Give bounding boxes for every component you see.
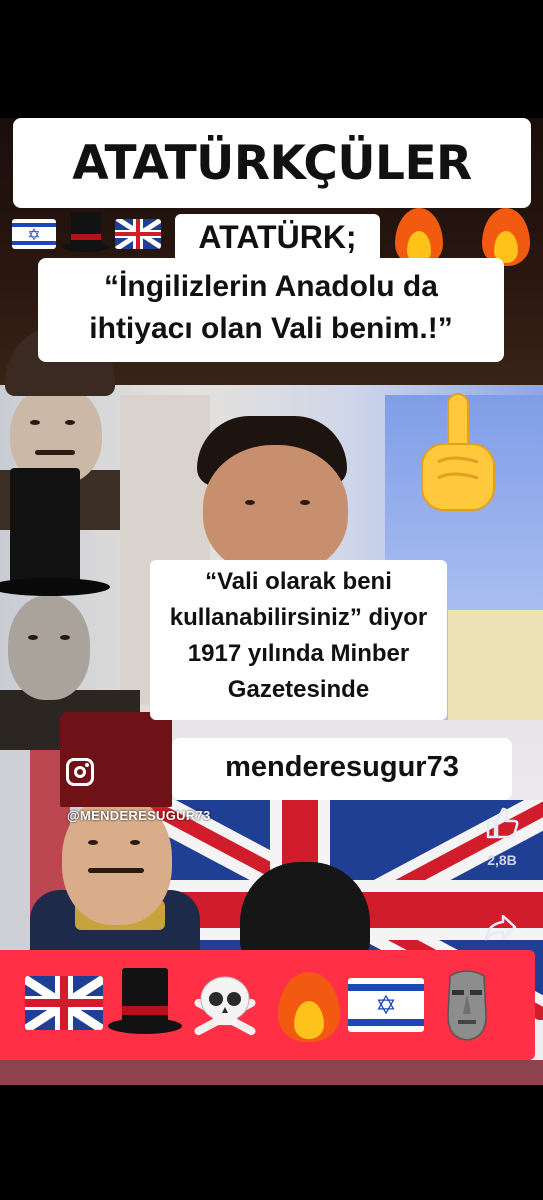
fire-icon <box>278 972 340 1042</box>
title-banner: ATATÜRKÇÜLER <box>13 118 531 208</box>
video-frame: ATATÜRKÇÜLER ✡ ATATÜRK; “İngilizlerin An… <box>0 0 543 1200</box>
background-strip <box>0 1060 543 1085</box>
thumbs-up-icon[interactable] <box>484 805 520 841</box>
instagram-icon[interactable] <box>66 758 94 786</box>
moai-icon <box>447 970 487 1041</box>
studio-panel <box>448 610 543 720</box>
pointing-up-hand-icon <box>421 393 495 511</box>
top-hat-icon <box>63 212 109 252</box>
like-count: 2,8B <box>487 852 517 868</box>
quote-line: Gazetesinde <box>227 676 370 703</box>
uk-flag-icon <box>25 976 103 1030</box>
quote-line: 1917 yılında Minber <box>187 640 410 667</box>
subtitle-quote-line: “İngilizlerin Anadolu da <box>104 270 438 303</box>
page-title: ATATÜRKÇÜLER <box>72 135 472 191</box>
quote-line: kullanabilirsiniz” diyor <box>169 604 428 631</box>
quote-line: “Vali olarak beni <box>205 568 392 595</box>
instagram-username[interactable]: menderesugur73 <box>172 751 512 784</box>
username-watermark: @MENDERESUGUR73 <box>67 808 211 823</box>
subtitle-heading: ATATÜRK; <box>198 219 357 255</box>
skull-and-crossbones-icon <box>194 976 256 1036</box>
share-arrow-icon[interactable] <box>483 910 519 946</box>
israel-flag-icon: ✡ <box>348 978 424 1032</box>
top-letterbox <box>0 0 543 118</box>
top-hat-icon <box>108 968 182 1036</box>
subtitle-quote-line: ihtiyacı olan Vali benim.!” <box>89 312 453 345</box>
bottom-letterbox <box>0 1085 543 1200</box>
israel-flag-icon: ✡ <box>12 219 56 249</box>
uk-flag-icon <box>115 219 161 249</box>
